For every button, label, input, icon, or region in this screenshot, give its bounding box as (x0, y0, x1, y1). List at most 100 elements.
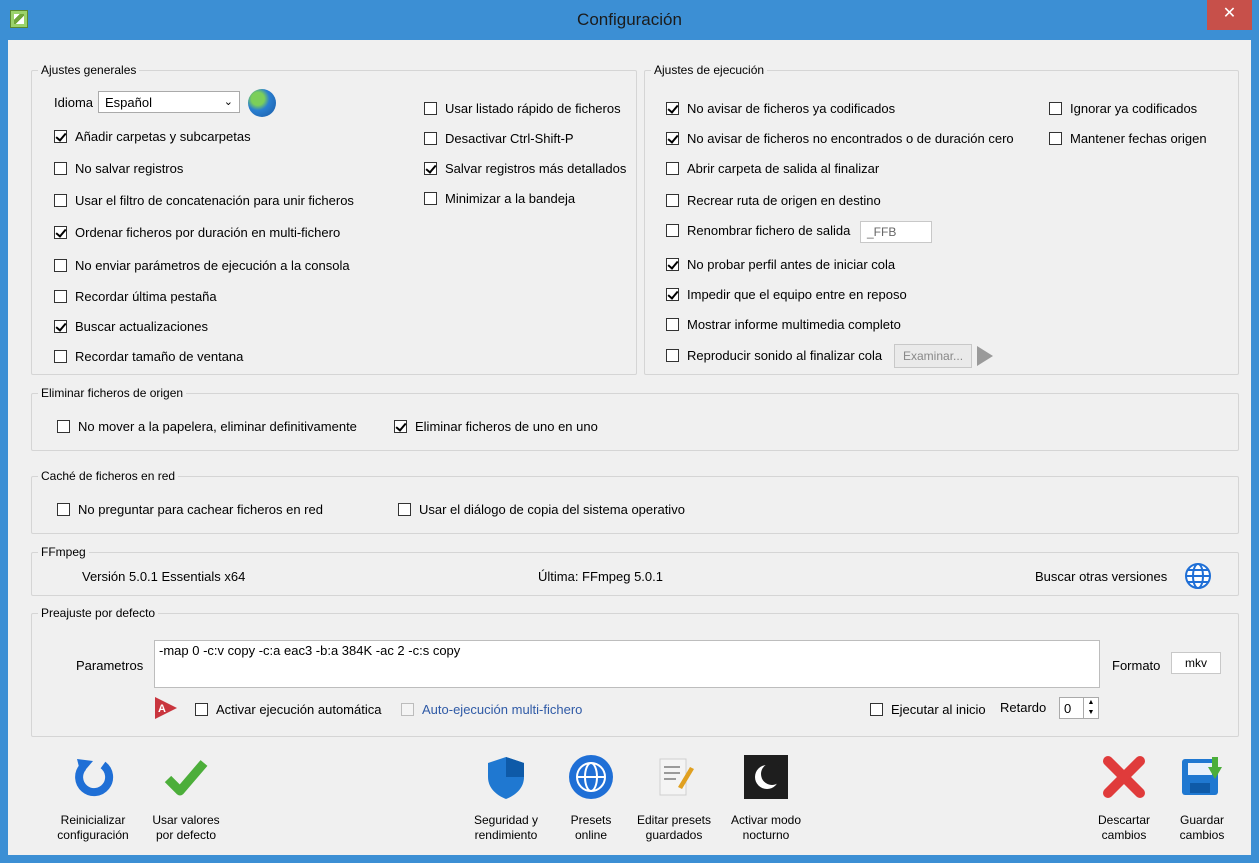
presets-online-button[interactable]: Presets online (566, 753, 616, 843)
exec-checkbox-1[interactable]: No avisar de ficheros no encontrados o d… (666, 129, 1014, 147)
checked-checkbox[interactable] (666, 101, 679, 115)
checkbox[interactable] (666, 161, 679, 175)
exec-b-checkbox-1[interactable]: Mantener fechas origen (1049, 129, 1207, 147)
checkbox-label: Salvar registros más detallados (445, 160, 627, 176)
checked-checkbox[interactable] (666, 131, 679, 145)
checkbox[interactable] (424, 191, 437, 205)
search-versions-label[interactable]: Buscar otras versiones (1035, 569, 1167, 584)
checkbox-label: Añadir carpetas y subcarpetas (75, 128, 251, 144)
checkbox[interactable] (666, 317, 679, 331)
general-checkbox-3[interactable]: Ordenar ficheros por duración en multi-f… (54, 223, 340, 241)
edit-presets-label: Editar presets guardados (636, 813, 712, 842)
browse-button[interactable]: Examinar... (894, 344, 973, 368)
checkbox[interactable] (666, 223, 679, 237)
checked-checkbox[interactable] (54, 319, 67, 333)
general-b-checkbox-1[interactable]: Desactivar Ctrl-Shift-P (424, 129, 574, 147)
shield-icon (488, 757, 524, 799)
checked-checkbox[interactable] (54, 129, 67, 143)
play-icon[interactable] (977, 346, 993, 366)
checkbox[interactable] (1049, 131, 1062, 145)
night-mode-button[interactable]: Activar modo nocturno (724, 753, 808, 843)
checked-checkbox[interactable] (424, 161, 437, 175)
checkbox[interactable] (398, 502, 411, 516)
default-preset-group: Preajuste por defecto Parametros -map 0 … (31, 606, 1239, 737)
general-checkbox-7[interactable]: Recordar tamaño de ventana (54, 347, 243, 365)
reset-config-button[interactable]: Reinicializar configuración (48, 753, 138, 843)
save-changes-button[interactable]: Guardar cambios (1170, 753, 1234, 843)
group-label: Eliminar ficheros de origen (38, 386, 187, 400)
globe-icon[interactable] (248, 89, 276, 117)
checkbox[interactable] (57, 502, 70, 516)
exec-checkbox-8[interactable]: Reproducir sonido al finalizar cola (666, 346, 882, 364)
web-globe-icon[interactable] (1184, 562, 1212, 590)
exec-checkbox-5[interactable]: No probar perfil antes de iniciar cola (666, 255, 895, 273)
checked-checkbox[interactable] (394, 419, 407, 433)
run-at-start-checkbox[interactable]: Ejecutar al inicio (870, 700, 986, 718)
delete-checkbox-1[interactable]: Eliminar ficheros de uno en uno (394, 417, 598, 435)
cache-checkbox-0[interactable]: No preguntar para cachear ficheros en re… (57, 500, 323, 518)
group-label: Preajuste por defecto (38, 606, 159, 620)
checkbox[interactable] (54, 161, 67, 175)
security-button[interactable]: Seguridad y rendimiento (464, 753, 548, 843)
language-select[interactable]: Español ⌄ (98, 91, 240, 113)
checkbox-label: Mantener fechas origen (1070, 130, 1207, 146)
general-checkbox-2[interactable]: Usar el filtro de concatenación para uni… (54, 191, 354, 209)
checkbox[interactable] (54, 193, 67, 207)
checkbox-label: No probar perfil antes de iniciar cola (687, 256, 896, 272)
use-defaults-button[interactable]: Usar valores por defecto (146, 753, 226, 843)
delay-value: 0 (1064, 701, 1072, 716)
globe-online-icon (569, 755, 613, 799)
window-title: Configuración (577, 10, 682, 29)
checkbox[interactable] (424, 101, 437, 115)
auto-exec-checkbox[interactable]: Activar ejecución automática (195, 700, 381, 718)
general-b-checkbox-2[interactable]: Salvar registros más detallados (424, 159, 626, 177)
checkbox[interactable] (57, 419, 70, 433)
general-checkbox-6[interactable]: Buscar actualizaciones (54, 317, 208, 335)
cache-checkbox-1[interactable]: Usar el diálogo de copia del sistema ope… (398, 500, 685, 518)
checkbox-label: Usar el diálogo de copia del sistema ope… (419, 501, 685, 517)
checkbox[interactable] (424, 131, 437, 145)
params-textarea[interactable]: -map 0 -c:v copy -c:a eac3 -b:a 384K -ac… (154, 640, 1100, 688)
general-b-checkbox-3[interactable]: Minimizar a la bandeja (424, 189, 575, 207)
close-button[interactable]: ✕ (1207, 0, 1252, 30)
exec-checkbox-0[interactable]: No avisar de ficheros ya codificados (666, 99, 895, 117)
delete-checkbox-0[interactable]: No mover a la papelera, eliminar definit… (57, 417, 357, 435)
ffmpeg-group: FFmpeg Versión 5.0.1 Essentials x64 Últi… (31, 545, 1239, 596)
rename-suffix-input[interactable]: _FFB (860, 221, 932, 243)
exec-checkbox-4[interactable]: Renombrar fichero de salida (666, 221, 850, 239)
general-b-checkbox-0[interactable]: Usar listado rápido de ficheros (424, 99, 621, 117)
delay-stepper[interactable]: 0 ▲ ▼ (1059, 697, 1099, 719)
checkbox[interactable] (54, 349, 67, 363)
exec-checkbox-3[interactable]: Recrear ruta de origen en destino (666, 191, 881, 209)
checkbox[interactable] (54, 289, 67, 303)
checkbox[interactable] (870, 702, 883, 716)
checkbox-label: No preguntar para cachear ficheros en re… (78, 501, 323, 517)
checkbox[interactable] (666, 348, 679, 362)
checked-checkbox[interactable] (666, 257, 679, 271)
exec-checkbox-6[interactable]: Impedir que el equipo entre en reposo (666, 285, 907, 303)
general-settings-group: Ajustes generales Idioma Español ⌄ Añadi… (31, 63, 637, 375)
general-checkbox-4[interactable]: No enviar parámetros de ejecución a la c… (54, 256, 350, 274)
discard-changes-button[interactable]: Descartar cambios (1092, 753, 1156, 843)
general-checkbox-5[interactable]: Recordar última pestaña (54, 287, 217, 305)
checkbox[interactable] (195, 702, 208, 716)
checkbox[interactable] (54, 258, 67, 272)
exec-b-checkbox-0[interactable]: Ignorar ya codificados (1049, 99, 1197, 117)
checkbox[interactable] (1049, 101, 1062, 115)
edit-presets-button[interactable]: Editar presets guardados (632, 753, 716, 843)
ffmpeg-latest: Última: FFmpeg 5.0.1 (538, 569, 663, 584)
checked-checkbox[interactable] (54, 225, 67, 239)
checked-checkbox[interactable] (666, 287, 679, 301)
exec-checkbox-2[interactable]: Abrir carpeta de salida al finalizar (666, 159, 879, 177)
exec-checkbox-7[interactable]: Mostrar informe multimedia completo (666, 315, 901, 333)
general-checkbox-0[interactable]: Añadir carpetas y subcarpetas (54, 127, 251, 145)
format-input[interactable]: mkv (1171, 652, 1221, 674)
reset-icon (75, 759, 114, 797)
checkbox-label: Buscar actualizaciones (75, 318, 208, 334)
stepper-arrows-icon[interactable]: ▲ ▼ (1083, 698, 1098, 718)
general-checkbox-1[interactable]: No salvar registros (54, 159, 183, 177)
checkbox-label: No avisar de ficheros no encontrados o d… (687, 130, 1014, 146)
checkbox[interactable] (666, 193, 679, 207)
checkbox-label: Recrear ruta de origen en destino (687, 192, 881, 208)
checkbox-label: Reproducir sonido al finalizar cola (687, 347, 883, 363)
